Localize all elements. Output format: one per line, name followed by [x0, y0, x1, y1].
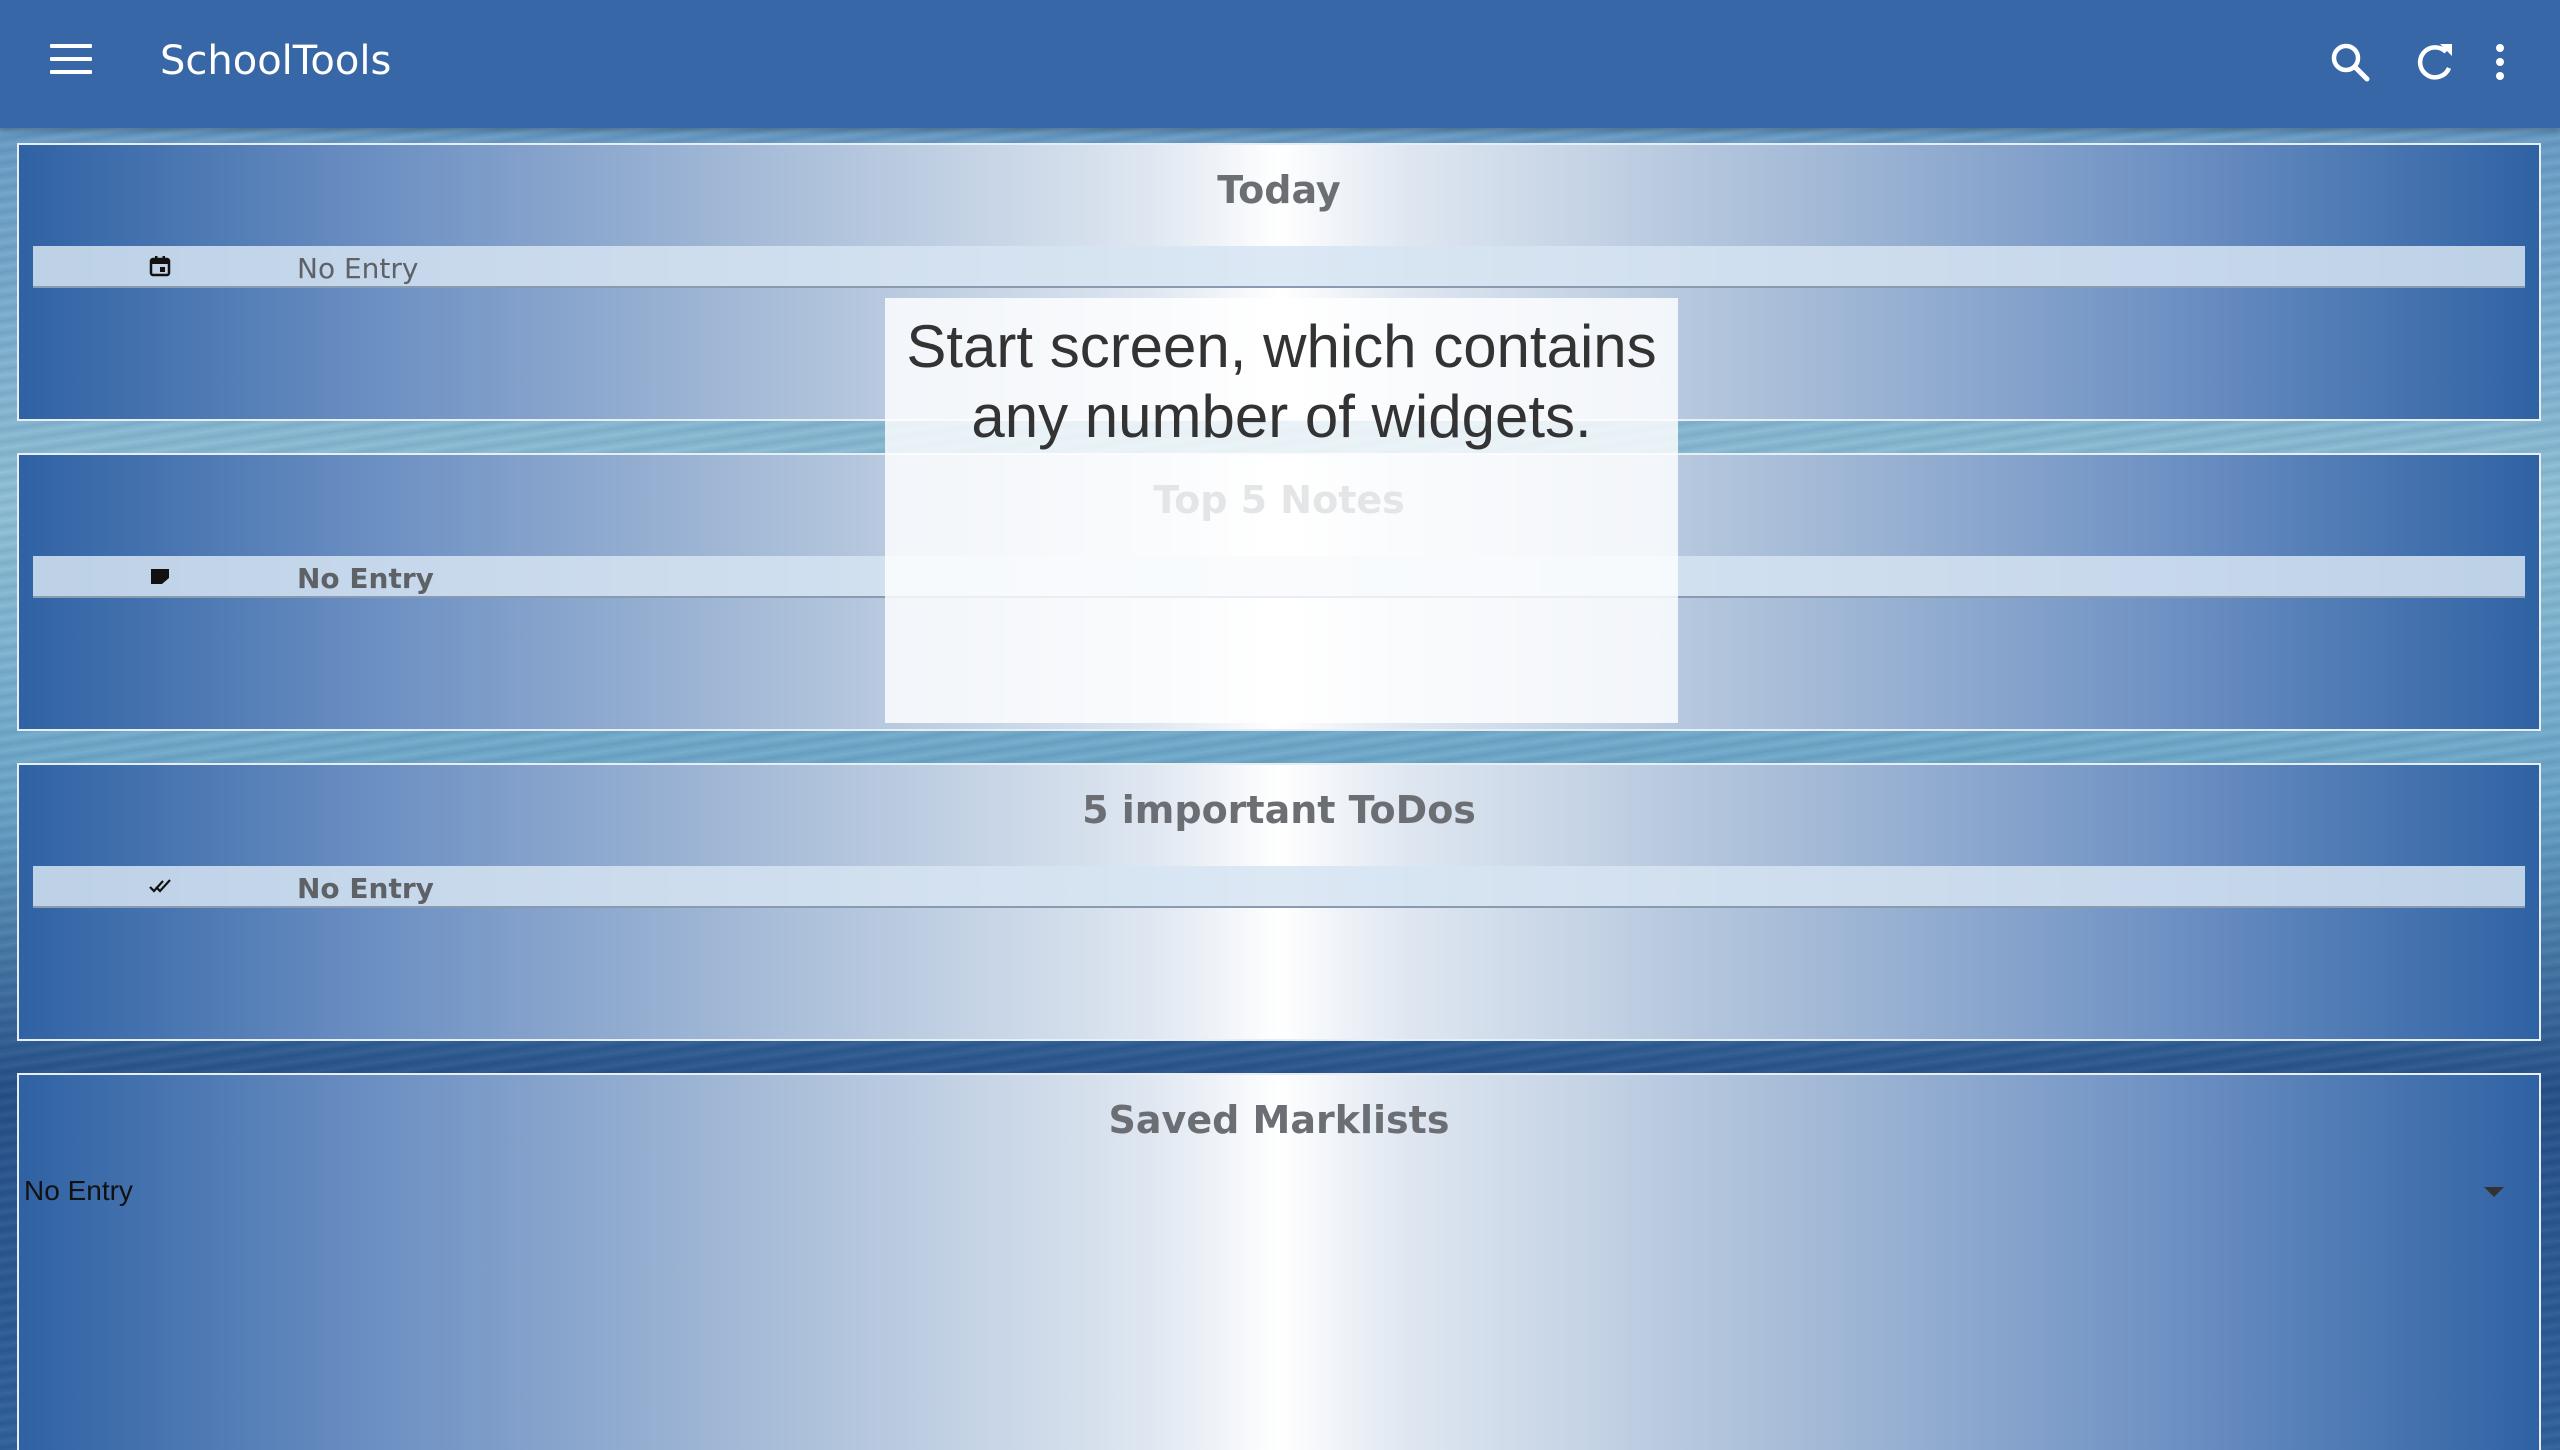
widget-todos: 5 important ToDos No Entry [17, 763, 2541, 1041]
note-icon [148, 564, 172, 588]
widget-title: Today [1217, 168, 1341, 212]
more-vert-icon[interactable] [2475, 38, 2525, 88]
menu-icon[interactable] [50, 44, 92, 80]
double-check-icon [148, 874, 172, 898]
caption-overlay: Start screen, which contains any number … [885, 298, 1678, 723]
caption-text: Start screen, which contains any number … [906, 313, 1657, 450]
app-title: SchoolTools [160, 38, 392, 84]
calendar-icon [148, 254, 172, 278]
refresh-icon[interactable] [2410, 38, 2460, 88]
list-item-label: No Entry [297, 562, 434, 595]
widget-title: 5 important ToDos [1082, 788, 1476, 832]
list-item[interactable]: No Entry [33, 246, 2525, 288]
search-icon[interactable] [2326, 38, 2376, 88]
dropdown-arrow-icon [2484, 1187, 2504, 1197]
list-item-label: No Entry [297, 252, 419, 285]
marklist-select[interactable]: No Entry [24, 1167, 2504, 1213]
widget-title: Saved Marklists [1108, 1098, 1450, 1142]
select-value: No Entry [24, 1175, 133, 1206]
list-item-label: No Entry [297, 872, 434, 905]
list-item[interactable]: No Entry [33, 866, 2525, 908]
app-bar: SchoolTools [0, 0, 2560, 128]
widget-saved-marklists: Saved Marklists No Entry [17, 1073, 2541, 1450]
